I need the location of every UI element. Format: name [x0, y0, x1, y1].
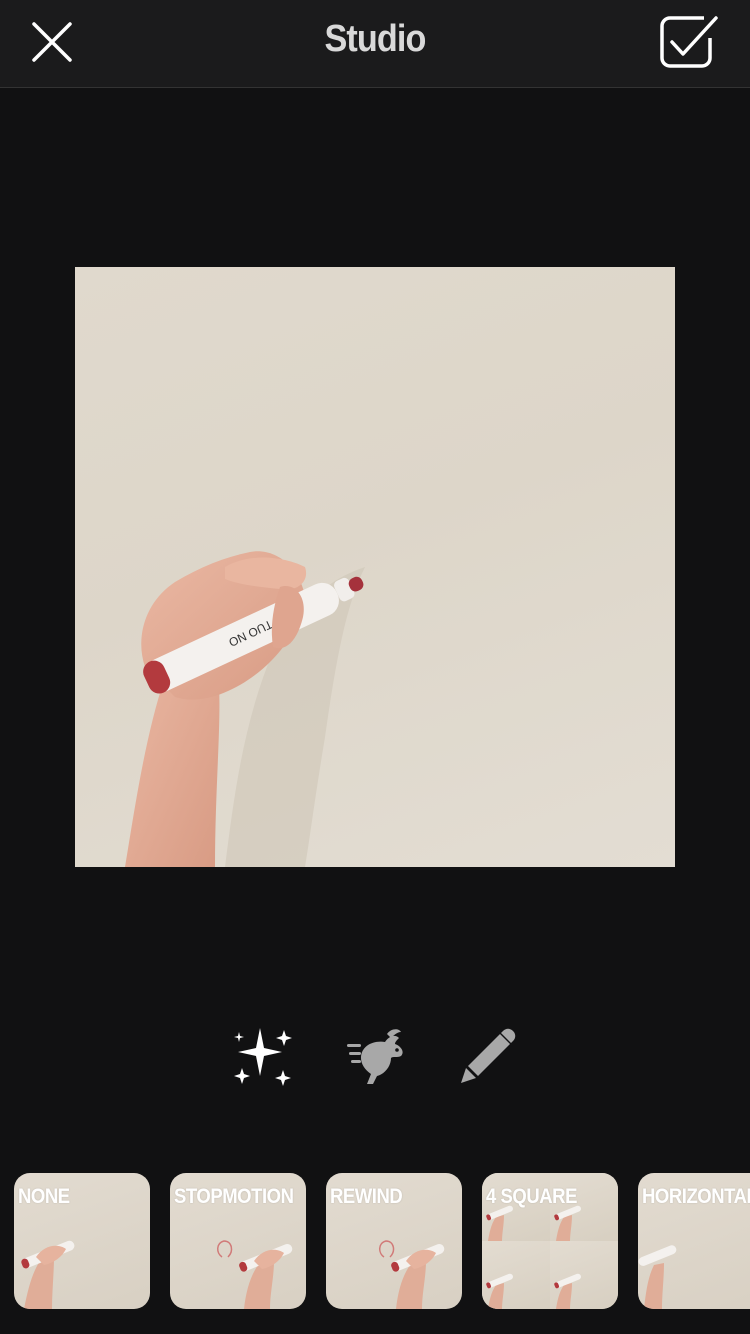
filter-strip[interactable]: NONE STOPMOTION REWIND 4 SQUARE HORIZONT…	[0, 1173, 750, 1309]
filter-label: 4 SQUARE	[486, 1185, 577, 1208]
sparkles-icon	[234, 1028, 292, 1086]
video-preview[interactable]: TUO NO	[75, 267, 675, 867]
filter-4-square[interactable]: 4 SQUARE	[482, 1173, 618, 1309]
top-bar: Studio	[0, 0, 750, 88]
effects-tool-button[interactable]	[230, 1024, 294, 1088]
quad-tile	[550, 1241, 618, 1309]
draw-tool-button[interactable]	[456, 1024, 520, 1088]
filter-label: HORIZONTAL	[642, 1185, 750, 1208]
quad-tile	[482, 1241, 550, 1309]
page-title: Studio	[324, 18, 427, 60]
checkbox-check-icon	[660, 16, 718, 68]
filter-label: REWIND	[330, 1185, 403, 1208]
hand-with-marker-image: TUO NO	[125, 551, 365, 867]
speed-tool-button[interactable]	[343, 1024, 407, 1088]
filter-label: STOPMOTION	[174, 1185, 294, 1208]
filter-none[interactable]: NONE	[14, 1173, 150, 1309]
running-rabbit-icon	[347, 1029, 403, 1084]
done-button[interactable]	[656, 12, 722, 74]
filter-rewind[interactable]: REWIND	[326, 1173, 462, 1309]
filter-label: NONE	[18, 1185, 70, 1208]
pencil-icon	[461, 1028, 516, 1083]
filter-horizontal[interactable]: HORIZONTAL	[638, 1173, 750, 1309]
filter-stopmotion[interactable]: STOPMOTION	[170, 1173, 306, 1309]
